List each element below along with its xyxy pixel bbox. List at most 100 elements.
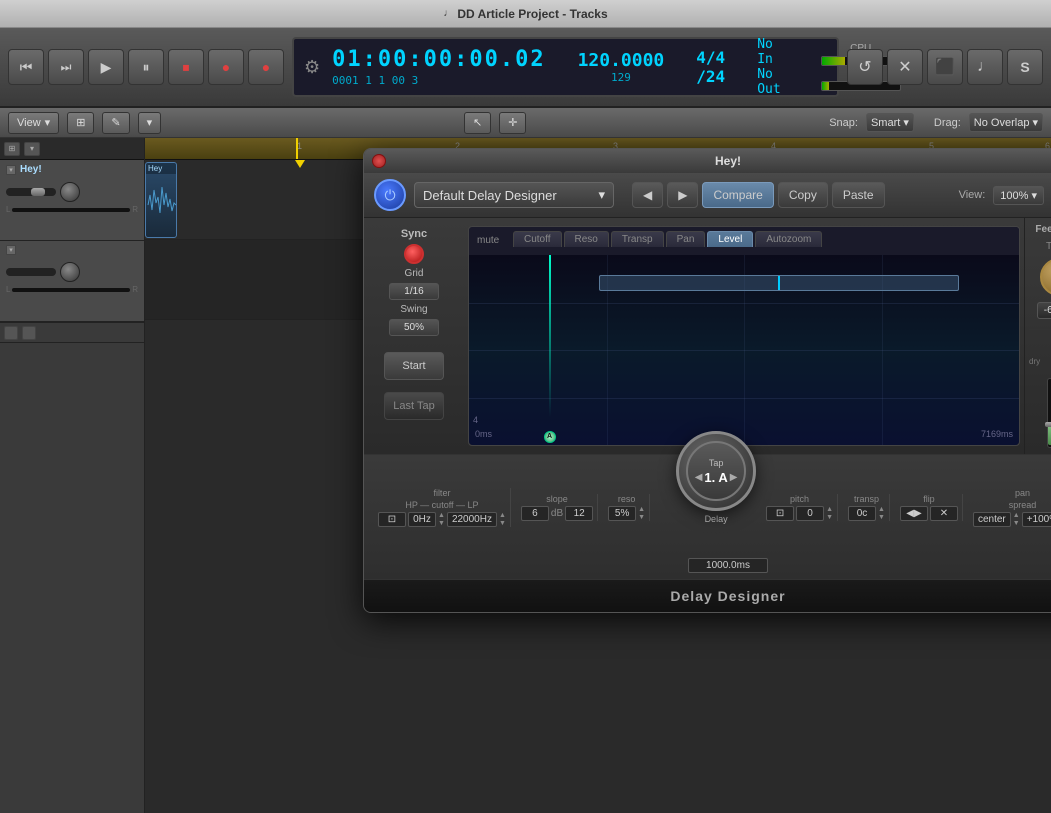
lcd-gear-icon[interactable]: ⚙ (304, 57, 320, 78)
record-button[interactable]: ● (208, 49, 244, 85)
ruler-btn2[interactable]: ▾ (24, 142, 40, 156)
copy-button[interactable]: Copy (778, 182, 828, 208)
toolbar-icon1[interactable]: ⊞ (67, 112, 94, 134)
pitch-toggle[interactable]: ⊡ (766, 506, 794, 521)
rewind-button[interactable]: ⏮ (8, 49, 44, 85)
track-fader[interactable] (6, 188, 56, 196)
lane-btn[interactable] (4, 326, 18, 340)
pitch-up[interactable]: ▲ (826, 506, 833, 513)
io-display: No In No Out (757, 37, 780, 97)
tap-prev[interactable]: ◀ (695, 472, 703, 483)
sync-led[interactable] (404, 244, 424, 264)
plugin-footer-title: Delay Designer (670, 588, 785, 604)
track-2-fold-btn[interactable]: ▾ (6, 245, 16, 255)
cycle-button[interactable]: ↺ (847, 49, 883, 85)
pitch-section: pitch ⊡ 0 ▲ ▼ (762, 494, 838, 521)
cutoff-value[interactable]: 22000Hz (447, 512, 497, 527)
view-percent-select[interactable]: 100% ▾ (993, 186, 1044, 205)
plugin-close-button[interactable] (372, 154, 386, 168)
next-preset-button[interactable]: ▶ (667, 182, 698, 208)
flip-btn-l[interactable]: ◀▶ (900, 506, 928, 521)
plugin-titlebar: Hey! (364, 149, 1051, 173)
ruler-btn1[interactable]: ⊞ (4, 142, 20, 156)
pan-section: pan spread center ▲ ▼ +100% ▲ ▼ (969, 488, 1051, 527)
pitch-value[interactable]: 0 (796, 506, 824, 521)
drag-select[interactable]: No Overlap ▾ (969, 113, 1043, 132)
snap-select[interactable]: Smart ▾ (866, 113, 914, 132)
capture-button[interactable]: ● (248, 49, 284, 85)
feedback-knob[interactable] (1040, 258, 1051, 296)
plugin-body: Sync Grid 1/16 Swing 50% Start Last Tap … (364, 218, 1051, 454)
transport-bar: ⏮ ⏭ ▶ ⏸ ⏹ ● ● ⚙ 01:00:00:00.02 0001 1 1 … (0, 28, 1051, 108)
hp-up[interactable]: ▲ (438, 512, 445, 519)
spread-value[interactable]: +100% (1022, 512, 1051, 527)
track-2-fader[interactable] (6, 268, 56, 276)
reso-down[interactable]: ▼ (638, 514, 645, 521)
tap-dial[interactable]: Tap ◀ 1. A ▶ Delay (676, 431, 756, 524)
track-pan-knob[interactable] (60, 182, 80, 202)
pan-up[interactable]: ▲ (1013, 512, 1020, 519)
slope-num[interactable]: 12 (565, 506, 593, 521)
power-button[interactable]: ⏻ (374, 179, 406, 211)
track-2-pan-knob[interactable] (60, 262, 80, 282)
measure-label: 4 (473, 415, 478, 425)
pan-down[interactable]: ▼ (1013, 520, 1020, 527)
dry-fader-handle[interactable] (1045, 422, 1051, 427)
tap-next[interactable]: ▶ (730, 472, 738, 483)
solo-button[interactable]: ⬛ (927, 49, 963, 85)
hp-value[interactable]: 0Hz (408, 512, 436, 527)
tab-pan[interactable]: Pan (666, 231, 706, 247)
prev-preset-button[interactable]: ◀ (632, 182, 663, 208)
paste-button[interactable]: Paste (832, 182, 885, 208)
reso-value[interactable]: 5% (608, 506, 636, 521)
slope-db[interactable]: 6 (521, 506, 549, 521)
display-canvas: 0ms 7169ms 4 A (469, 255, 1019, 445)
compare-button[interactable]: Compare (702, 182, 773, 208)
delay-time-value[interactable]: 1000.0ms (688, 558, 768, 573)
add-tool[interactable]: ✛ (499, 112, 526, 134)
tab-level[interactable]: Level (707, 231, 753, 247)
time-label-right: 7169ms (981, 429, 1013, 439)
tab-transp[interactable]: Transp (611, 231, 664, 247)
grid-select[interactable]: 1/16 (389, 283, 439, 300)
pause-button[interactable]: ⏸ (128, 49, 164, 85)
stop-button[interactable]: ⏹ (168, 49, 204, 85)
start-button[interactable]: Start (384, 352, 444, 380)
title-bar: ♩ DD Article Project - Tracks (0, 0, 1051, 28)
overdub-button[interactable]: ✕ (887, 49, 923, 85)
tap-a-label: Tap A (1046, 241, 1051, 252)
view-button[interactable]: View ▾ (8, 112, 59, 134)
preset-selector[interactable]: Default Delay Designer ▾ (414, 182, 614, 208)
cutoff-up[interactable]: ▲ (499, 512, 506, 519)
hp-down[interactable]: ▼ (438, 520, 445, 527)
pointer-tool[interactable]: ↖ (464, 112, 491, 134)
swing-value[interactable]: 50% (389, 319, 439, 336)
dry-fader[interactable] (1047, 378, 1051, 448)
transp-down[interactable]: ▼ (878, 514, 885, 521)
left-controls: Sync Grid 1/16 Swing 50% Start Last Tap (364, 218, 464, 454)
toolbar-icon2[interactable]: ✎ (102, 112, 129, 134)
audio-clip-1[interactable]: Hey (145, 162, 177, 238)
pitch-down[interactable]: ▼ (826, 514, 833, 521)
transp-up[interactable]: ▲ (878, 506, 885, 513)
last-tap-button[interactable]: Last Tap (384, 392, 444, 420)
plugin-title: Hey! (715, 154, 741, 168)
flip-section: flip ◀▶ ✕ (896, 494, 963, 521)
toolbar-icon3[interactable]: ▾ (138, 112, 162, 134)
back-button[interactable]: ⏭ (48, 49, 84, 85)
tab-autozoom[interactable]: Autozoom (755, 231, 822, 247)
track-fold-btn[interactable]: ▾ (6, 165, 16, 175)
cutoff-down[interactable]: ▼ (499, 520, 506, 527)
filter-toggle[interactable]: ⊡ (378, 512, 406, 527)
metronome-button[interactable]: ♩ (967, 49, 1003, 85)
tab-reso[interactable]: Reso (564, 231, 609, 247)
tab-cutoff[interactable]: Cutoff (513, 231, 562, 247)
transp-value[interactable]: 0c (848, 506, 876, 521)
reso-up[interactable]: ▲ (638, 506, 645, 513)
tap-dial-outer[interactable]: Tap ◀ 1. A ▶ (676, 431, 756, 511)
s-button[interactable]: S (1007, 49, 1043, 85)
pan-value[interactable]: center (973, 512, 1011, 527)
flip-btn-x[interactable]: ✕ (930, 506, 958, 521)
lane-btn2[interactable] (22, 326, 36, 340)
play-button[interactable]: ▶ (88, 49, 124, 85)
